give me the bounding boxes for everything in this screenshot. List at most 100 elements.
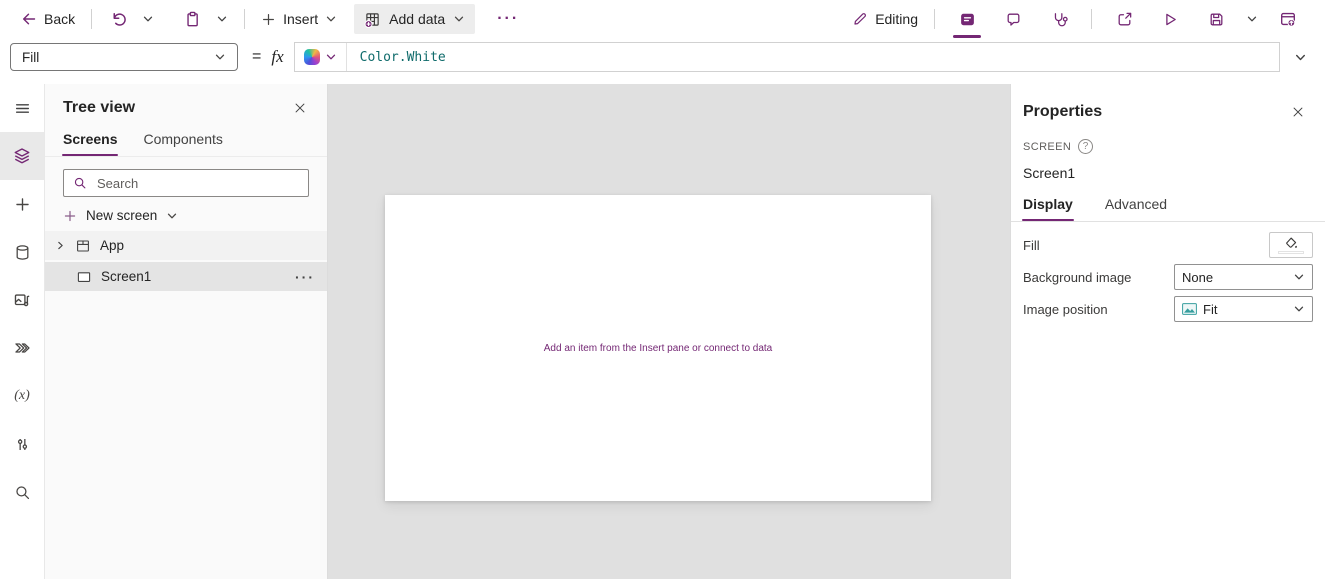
chevron-down-icon bbox=[453, 13, 465, 25]
properties-fields: Fill Background image None Image positio… bbox=[1011, 222, 1325, 322]
undo-icon bbox=[110, 11, 127, 28]
copilot-button[interactable] bbox=[295, 43, 347, 71]
publish-button[interactable] bbox=[1265, 4, 1311, 34]
property-selected-label: Fill bbox=[22, 49, 40, 65]
new-screen-button[interactable]: New screen bbox=[63, 208, 309, 223]
copilot-icon bbox=[303, 49, 320, 65]
back-label: Back bbox=[44, 11, 76, 27]
close-icon bbox=[293, 101, 307, 115]
help-icon[interactable]: ? bbox=[1078, 139, 1094, 154]
left-navigation-rail: (x) bbox=[0, 84, 45, 579]
properties-pane-icon bbox=[959, 11, 976, 28]
tree-item-more-button[interactable]: ··· bbox=[295, 269, 315, 285]
database-icon bbox=[14, 244, 31, 261]
rail-search-button[interactable] bbox=[0, 468, 44, 516]
search-icon bbox=[73, 176, 87, 190]
save-dropdown-button[interactable] bbox=[1239, 4, 1265, 34]
insert-button[interactable]: Insert bbox=[254, 4, 344, 34]
add-data-button[interactable]: Add data bbox=[354, 4, 476, 34]
chevron-down-icon bbox=[142, 13, 154, 25]
tree-view-close-button[interactable] bbox=[289, 97, 311, 119]
rail-data-button[interactable] bbox=[0, 228, 44, 276]
tab-display[interactable]: Display bbox=[1022, 196, 1074, 221]
chevron-down-icon bbox=[216, 13, 228, 25]
app-checker-button[interactable] bbox=[1036, 4, 1082, 34]
property-selector[interactable]: Fill bbox=[10, 43, 238, 71]
flow-icon bbox=[13, 339, 31, 357]
stethoscope-icon bbox=[1051, 11, 1068, 28]
share-icon bbox=[1116, 11, 1133, 28]
comments-button[interactable] bbox=[990, 4, 1036, 34]
chevron-down-icon bbox=[325, 51, 337, 63]
fill-property-row: Fill bbox=[1023, 232, 1313, 258]
chevron-down-icon bbox=[1246, 13, 1258, 25]
tree-item-label: App bbox=[100, 238, 125, 253]
tab-components[interactable]: Components bbox=[143, 131, 222, 156]
fill-color-button[interactable] bbox=[1269, 232, 1313, 258]
rail-media-button[interactable] bbox=[0, 276, 44, 324]
preview-button[interactable] bbox=[1147, 4, 1193, 34]
rail-menu-button[interactable] bbox=[0, 84, 44, 132]
back-arrow-icon bbox=[21, 11, 37, 27]
layers-icon bbox=[13, 147, 31, 165]
properties-header: Properties bbox=[1011, 84, 1325, 123]
properties-pane-toggle[interactable] bbox=[944, 4, 990, 38]
search-input[interactable] bbox=[95, 174, 299, 192]
paste-button[interactable] bbox=[175, 4, 209, 34]
close-icon bbox=[1291, 105, 1305, 119]
chevron-down-icon bbox=[214, 51, 226, 63]
image-position-select[interactable]: Fit bbox=[1174, 296, 1313, 322]
toolbar-divider bbox=[934, 9, 935, 29]
share-button[interactable] bbox=[1101, 4, 1147, 34]
tree-item-app[interactable]: App bbox=[45, 231, 327, 260]
control-name[interactable]: Screen1 bbox=[1011, 154, 1325, 181]
chevron-down-icon bbox=[1293, 271, 1305, 283]
tree-view-header: Tree view bbox=[45, 84, 327, 123]
insert-pane-link[interactable]: Insert pane bbox=[639, 343, 689, 354]
tree-view-title: Tree view bbox=[63, 99, 136, 116]
tree-item-screen1[interactable]: Screen1 ··· bbox=[45, 262, 327, 291]
control-type-row: SCREEN ? bbox=[1011, 123, 1325, 154]
tree-search-box[interactable] bbox=[63, 169, 309, 197]
tree-view-tabs: Screens Components bbox=[45, 123, 327, 157]
rail-variables-button[interactable]: (x) bbox=[0, 372, 44, 420]
plus-icon bbox=[261, 12, 276, 27]
pencil-icon bbox=[852, 11, 868, 27]
undo-button[interactable] bbox=[101, 4, 135, 34]
rail-tree-view-button[interactable] bbox=[0, 132, 44, 180]
rail-power-automate-button[interactable] bbox=[0, 324, 44, 372]
play-icon bbox=[1162, 11, 1179, 28]
image-icon bbox=[1182, 303, 1197, 315]
back-button[interactable]: Back bbox=[14, 4, 82, 34]
hint-text: or bbox=[689, 342, 704, 354]
connect-to-data-link[interactable]: connect to data bbox=[704, 343, 772, 354]
screen-canvas[interactable]: Add an item from the Insert pane or conn… bbox=[385, 195, 931, 501]
rail-insert-button[interactable] bbox=[0, 180, 44, 228]
paste-dropdown-button[interactable] bbox=[209, 4, 235, 34]
publish-icon bbox=[1279, 10, 1297, 28]
variables-icon: (x) bbox=[14, 388, 30, 403]
properties-close-button[interactable] bbox=[1287, 101, 1309, 123]
editing-mode-button[interactable]: Editing bbox=[845, 4, 925, 34]
rail-advanced-tools-button[interactable] bbox=[0, 420, 44, 468]
comment-icon bbox=[1005, 11, 1022, 28]
tab-screens[interactable]: Screens bbox=[61, 131, 119, 156]
equals-sign: = bbox=[252, 48, 262, 65]
add-data-label: Add data bbox=[389, 11, 446, 27]
save-button[interactable] bbox=[1193, 4, 1239, 34]
fill-color-swatch bbox=[1278, 250, 1304, 254]
more-commands-button[interactable]: ··· bbox=[487, 10, 529, 28]
formula-box: Color.White bbox=[293, 42, 1280, 72]
hamburger-icon bbox=[14, 100, 31, 117]
undo-dropdown-button[interactable] bbox=[135, 4, 161, 34]
properties-panel: Properties SCREEN ? Screen1 Display Adva… bbox=[1010, 84, 1325, 579]
sliders-icon bbox=[14, 436, 31, 453]
background-image-select[interactable]: None bbox=[1174, 264, 1313, 290]
formula-bar-expand-button[interactable] bbox=[1285, 42, 1315, 72]
hint-text: Add an item from the bbox=[543, 342, 640, 354]
properties-tabs: Display Advanced bbox=[1011, 181, 1325, 222]
toolbar-divider bbox=[91, 9, 93, 29]
chevron-right-icon[interactable] bbox=[55, 240, 66, 251]
formula-input[interactable]: Color.White bbox=[347, 50, 1279, 65]
tab-advanced[interactable]: Advanced bbox=[1105, 196, 1167, 221]
